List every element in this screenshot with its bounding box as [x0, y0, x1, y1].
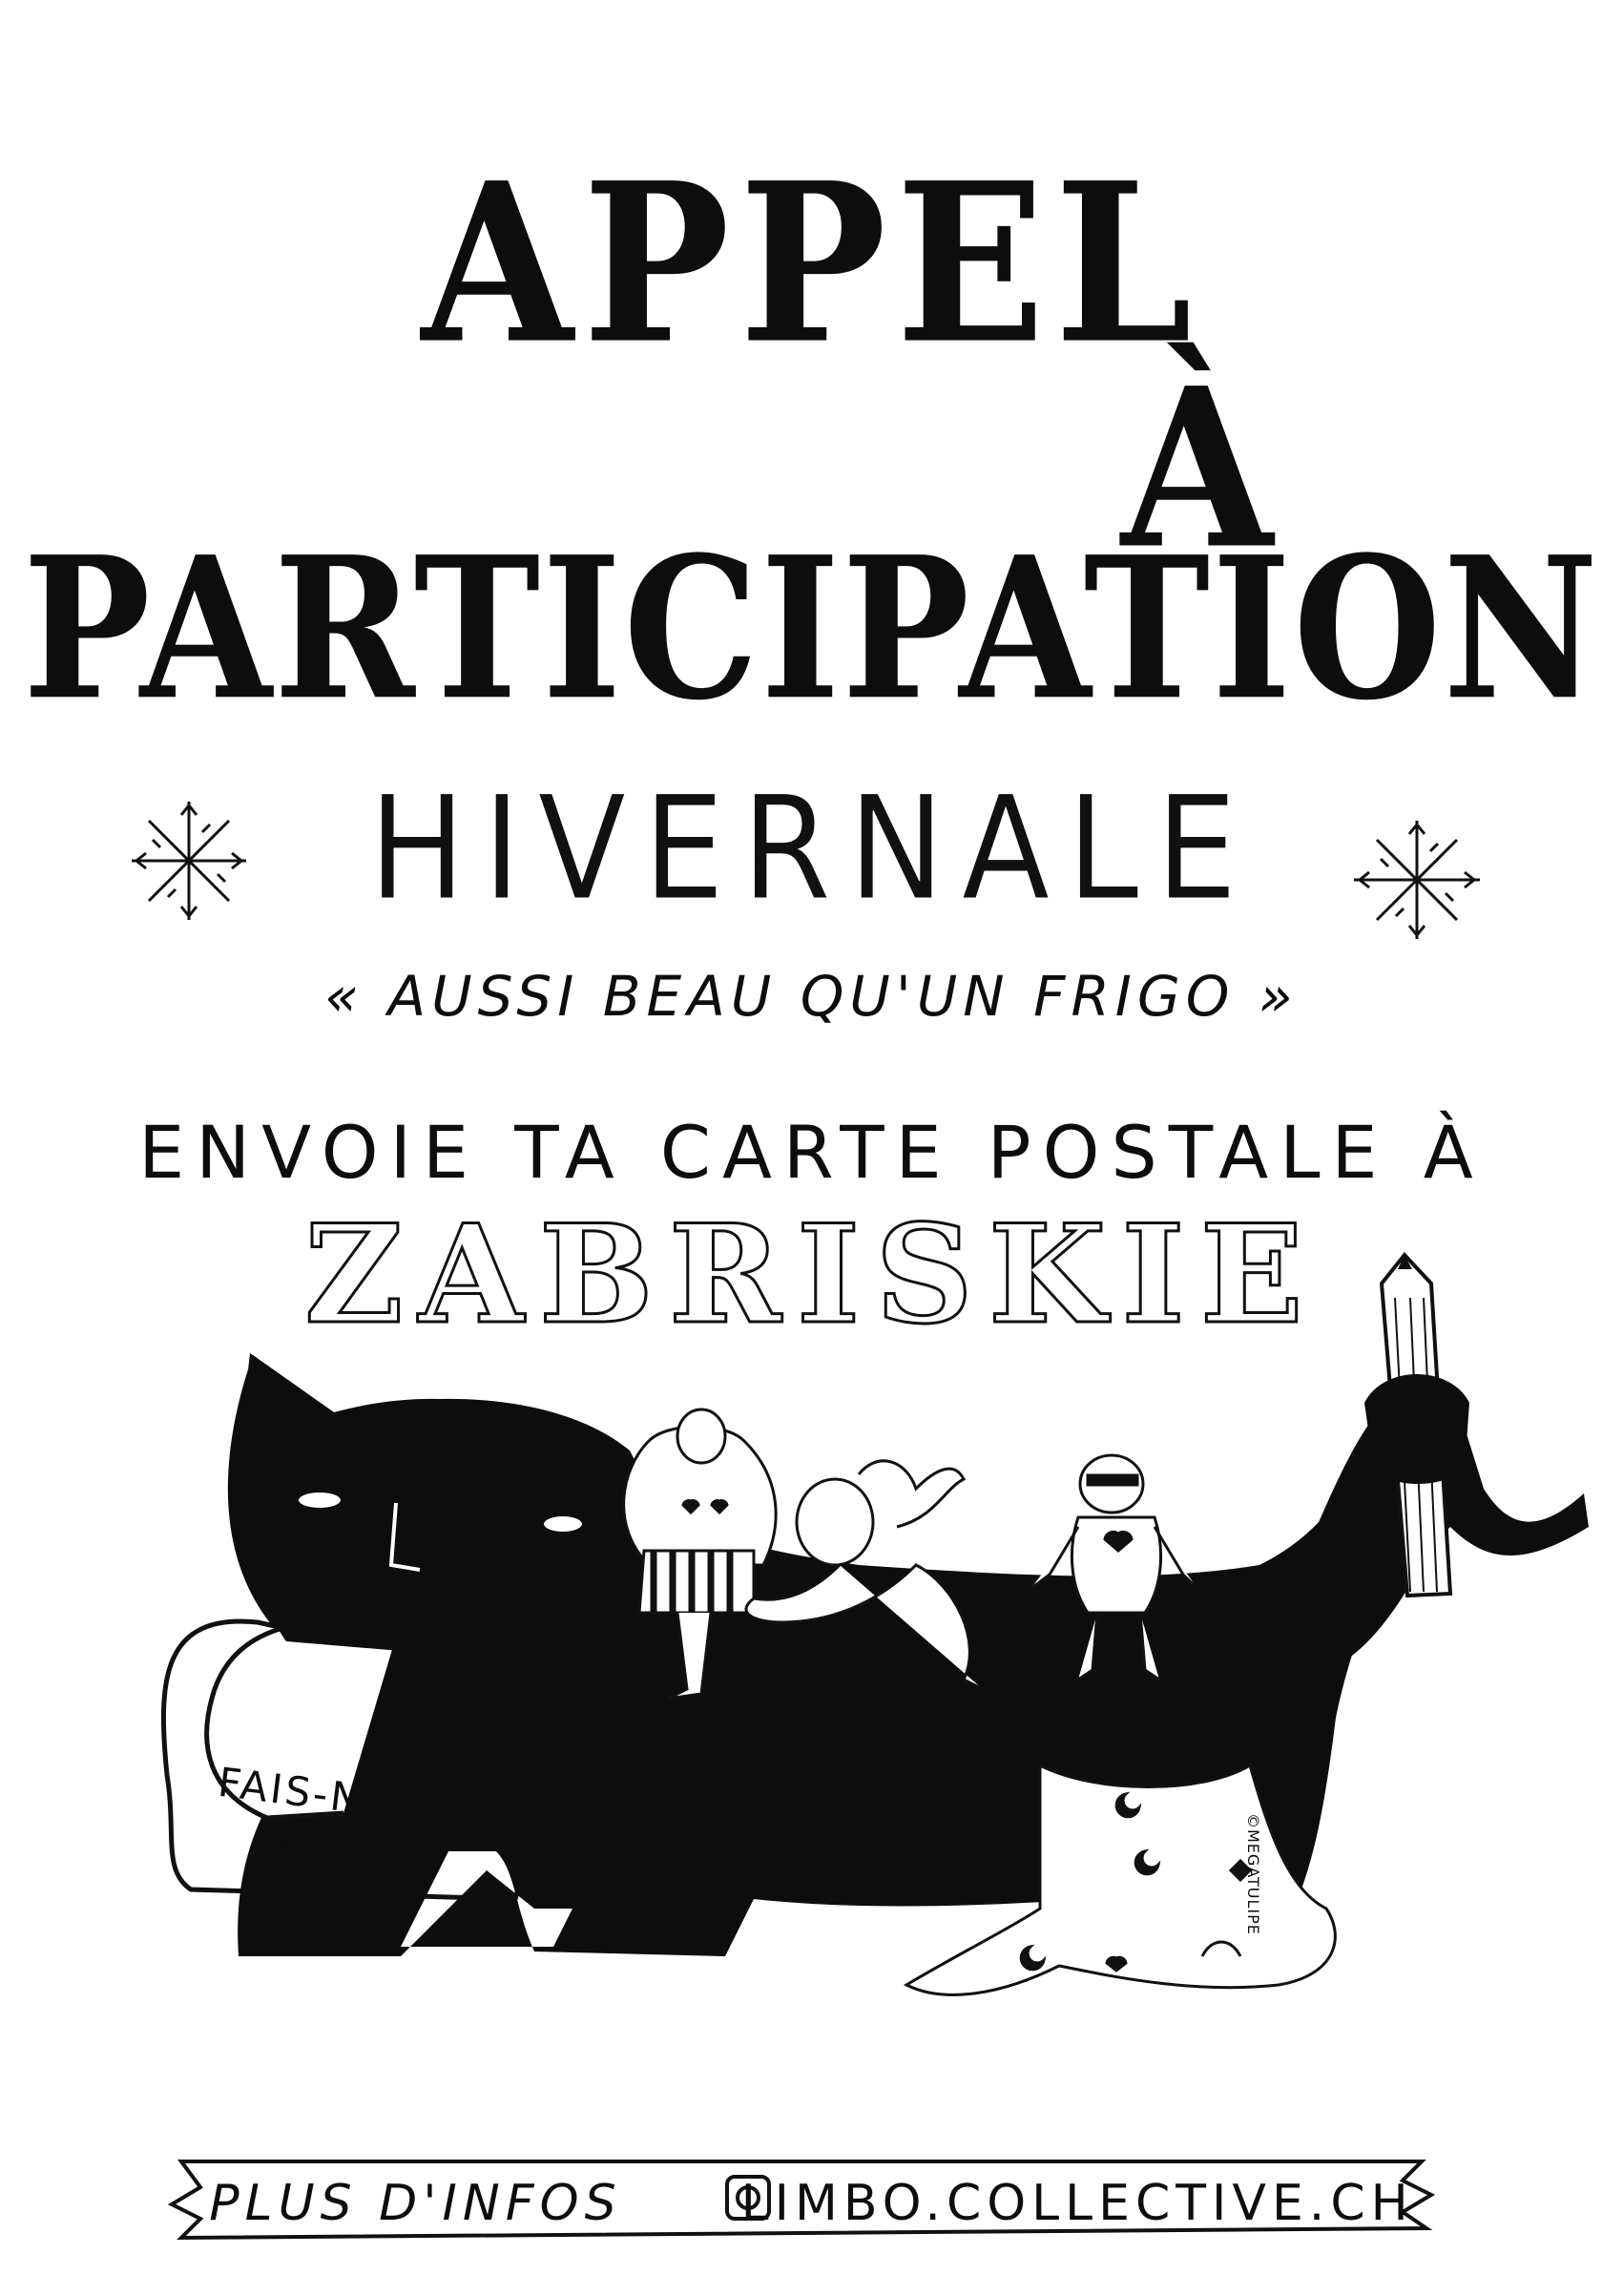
banner-text-row: PLUS D'INFOS LIMBO.COLLECTIVE.CH [0, 2179, 1623, 2228]
banner-handle[interactable]: LIMBO.COLLECTIVE.CH [741, 2175, 1414, 2232]
banner-label: PLUS D'INFOS [209, 2175, 622, 2232]
cat-left-eye [299, 1492, 341, 1508]
call-to-action: ENVOIE TA CARTE POSTALE À [138, 1110, 1485, 1195]
cat-head [243, 1353, 621, 1657]
poster: APPEL À PARTICIPATION HIVERNALE « AUSSI … [0, 0, 1623, 2296]
title-line-1: APPEL [421, 136, 1202, 393]
season-heading: HIVERNALE [368, 766, 1255, 932]
recipient-name: ZABRISKIE [303, 1196, 1319, 1354]
subtitle: « AUSSI BEAU QU'UN FRIGO » [324, 964, 1299, 1029]
cat-right-eye [544, 1516, 582, 1532]
title-line-3: PARTICIPATION [22, 513, 1601, 743]
cat-sign-line-2: RÊVER [275, 1823, 427, 1879]
artist-credit: ©MEGATULIPE [1244, 1813, 1262, 1935]
